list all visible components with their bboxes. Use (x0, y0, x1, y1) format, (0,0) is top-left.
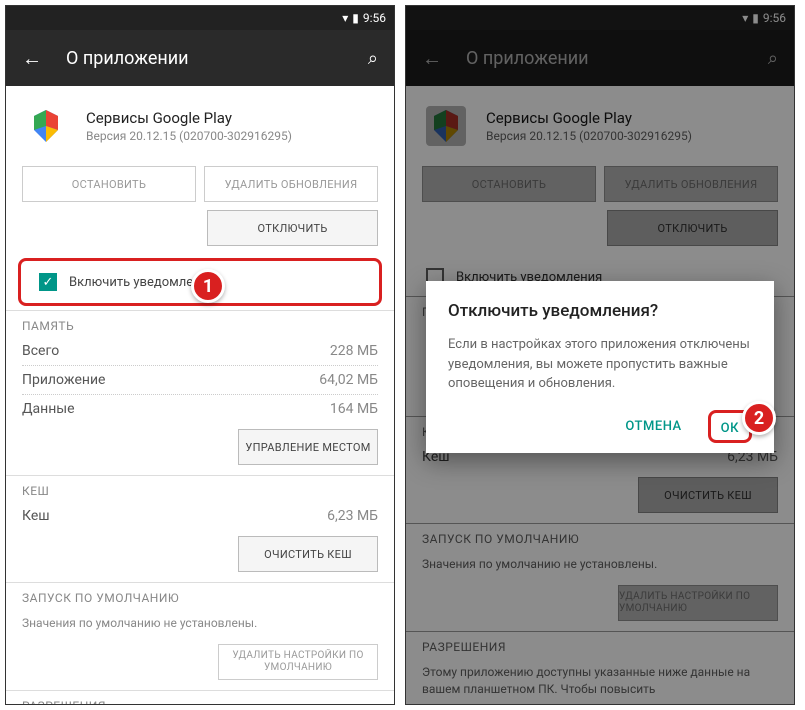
disable-notifications-dialog: Отключить уведомления? Если в настройках… (426, 281, 774, 453)
battery-icon: ▮ (352, 11, 359, 25)
checkbox-icon[interactable]: ✓ (39, 273, 57, 291)
clock: 9:56 (363, 11, 386, 25)
launch-text: Значения по умолчанию не установлены. (22, 609, 378, 638)
permissions-header: РАЗРЕШЕНИЯ (22, 699, 378, 705)
back-icon[interactable]: ← (22, 46, 42, 71)
cancel-button[interactable]: ОТМЕНА (619, 411, 687, 442)
phone-right: ▾ ▮ 9:56 ← О приложении ⌕ Сервисы Google… (405, 5, 795, 705)
dialog-body: Если в настройках этого приложения отклю… (448, 335, 752, 394)
stop-button: ОСТАНОВИТЬ (22, 166, 196, 202)
wifi-icon: ▾ (342, 11, 348, 25)
ok-button[interactable]: ОК (719, 419, 741, 438)
permissions-section: РАЗРЕШЕНИЯ Этому приложению доступны ука… (6, 690, 394, 705)
uninstall-updates-button: УДАЛИТЬ ОБНОВЛЕНИЯ (204, 166, 378, 202)
cache-section: КЕШ Кеш 6,23 МБ ОЧИСТИТЬ КЕШ (6, 475, 394, 582)
mem-total-label: Всего (22, 343, 59, 359)
manage-storage-button[interactable]: УПРАВЛЕНИЕ МЕСТОМ (238, 429, 378, 465)
app-info-row: Сервисы Google Play Версия 20.12.15 (020… (6, 86, 394, 166)
cache-header: КЕШ (22, 484, 378, 498)
search-icon[interactable]: ⌕ (368, 48, 378, 69)
launch-section: ЗАПУСК ПО УМОЛЧАНИЮ Значения по умолчани… (6, 582, 394, 690)
launch-header: ЗАПУСК ПО УМОЛЧАНИЮ (22, 591, 378, 605)
app-icon (22, 102, 70, 150)
mem-data-value: 164 МБ (330, 401, 378, 417)
phone-left: ▾ ▮ 9:56 ← О приложении ⌕ Сервисы Google… (5, 5, 395, 705)
app-name: Сервисы Google Play (86, 109, 292, 127)
memory-header: ПАМЯТЬ (22, 319, 378, 333)
toolbar-title: О приложении (66, 48, 344, 69)
mem-app-value: 64,02 МБ (319, 372, 378, 388)
cache-label: Кеш (22, 508, 50, 524)
clear-defaults-button: УДАЛИТЬ НАСТРОЙКИ ПО УМОЛЧАНИЮ (218, 644, 378, 680)
callout-badge-1: 1 (191, 269, 225, 303)
memory-section: ПАМЯТЬ Всего 228 МБ Приложение 64,02 МБ Да… (6, 310, 394, 475)
callout-badge-2: 2 (742, 401, 776, 435)
disable-button[interactable]: ОТКЛЮЧИТЬ (207, 210, 378, 246)
app-version: Версия 20.12.15 (020700-302916295) (86, 129, 292, 143)
dialog-title: Отключить уведомления? (448, 301, 752, 321)
mem-data-label: Данные (22, 401, 75, 417)
clear-cache-button[interactable]: ОЧИСТИТЬ КЕШ (238, 536, 378, 572)
mem-total-value: 228 МБ (330, 343, 378, 359)
mem-app-label: Приложение (22, 372, 105, 388)
app-toolbar: ← О приложении ⌕ (6, 30, 394, 86)
cache-value: 6,23 МБ (327, 508, 378, 524)
status-bar: ▾ ▮ 9:56 (6, 6, 394, 30)
